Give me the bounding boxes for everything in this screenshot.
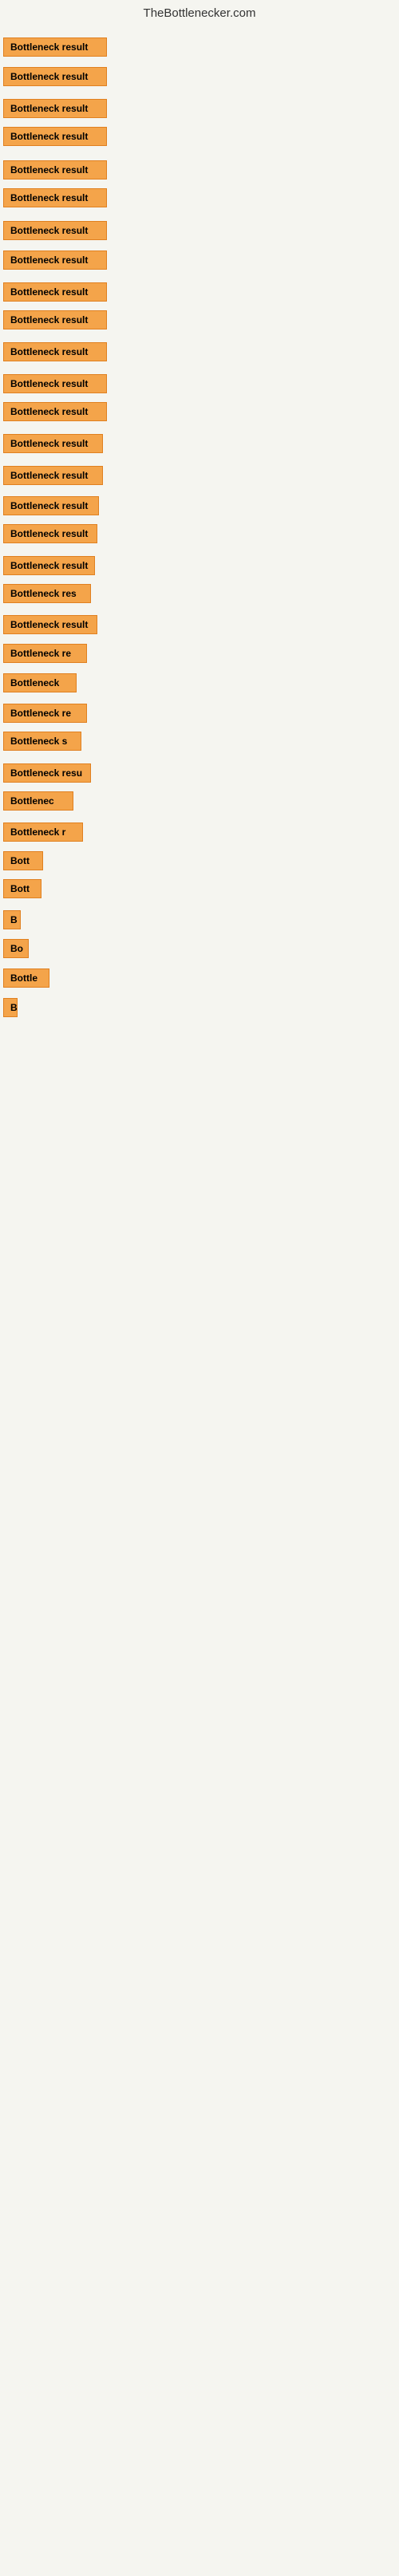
bottleneck-badge: Bottlenec [3,791,73,811]
bottleneck-badge: Bottleneck result [3,37,107,57]
bottleneck-badge: Bottleneck result [3,282,107,302]
bottleneck-badge: Bottleneck result [3,99,107,118]
bottleneck-result-item[interactable]: Bottleneck re [3,644,87,667]
bottleneck-result-item[interactable]: Bo [3,939,29,962]
bottleneck-badge: B [3,910,21,929]
bottleneck-badge: Bottleneck r [3,823,83,842]
bottleneck-result-item[interactable]: Bottleneck result [3,434,103,457]
bottleneck-badge: Bottleneck result [3,160,107,179]
bottleneck-badge: Bottleneck s [3,732,81,751]
bottleneck-result-item[interactable]: Bottleneck result [3,524,97,547]
bottleneck-badge: Bottleneck result [3,434,103,453]
bottleneck-result-item[interactable]: Bottleneck result [3,374,107,397]
bottleneck-badge: Bottleneck re [3,644,87,663]
bottleneck-badge: Bott [3,879,41,898]
bottleneck-badge: Bottleneck result [3,188,107,207]
bottleneck-badge: Bottleneck res [3,584,91,603]
bottleneck-badge: Bottleneck result [3,524,97,543]
bottleneck-badge: Bottleneck result [3,342,107,361]
bottleneck-result-item[interactable]: Bottleneck result [3,67,107,90]
bottleneck-badge: Bottleneck result [3,310,107,329]
bottleneck-result-item[interactable]: Bottleneck res [3,584,91,607]
bottleneck-badge: Bottleneck [3,673,77,692]
site-title: TheBottlenecker.com [0,0,399,23]
bottleneck-badge: Bottleneck result [3,556,95,575]
bottleneck-result-item[interactable]: B [3,998,18,1021]
bottleneck-badge: Bottleneck resu [3,763,91,783]
bottleneck-result-item[interactable]: Bottlenec [3,791,73,815]
bottleneck-result-item[interactable]: Bottleneck result [3,250,107,274]
bottleneck-badge: Bottle [3,968,49,988]
bottleneck-badge: Bottleneck result [3,615,97,634]
bottleneck-result-item[interactable]: Bottleneck [3,673,77,696]
bottleneck-result-item[interactable]: Bottleneck s [3,732,81,755]
bottleneck-result-item[interactable]: Bottleneck re [3,704,87,727]
bottleneck-result-item[interactable]: Bottle [3,968,49,992]
bottleneck-badge: Bottleneck result [3,466,103,485]
bottleneck-badge: B [3,998,18,1017]
bottleneck-badge: Bottleneck result [3,221,107,240]
bottleneck-badge: Bottleneck result [3,402,107,421]
bottleneck-result-item[interactable]: Bottleneck resu [3,763,91,787]
bottleneck-result-item[interactable]: Bottleneck result [3,127,107,150]
bottleneck-result-item[interactable]: Bottleneck result [3,282,107,306]
bottleneck-result-item[interactable]: B [3,910,21,933]
bottleneck-result-item[interactable]: Bottleneck result [3,556,95,579]
bottleneck-badge: Bottleneck result [3,250,107,270]
bottleneck-result-item[interactable]: Bottleneck result [3,188,107,211]
bottleneck-badge: Bott [3,851,43,870]
bottleneck-result-item[interactable]: Bottleneck result [3,615,97,638]
bottleneck-badge: Bottleneck result [3,67,107,86]
bottleneck-badge: Bottleneck result [3,496,99,515]
bottleneck-result-item[interactable]: Bott [3,851,43,874]
bottleneck-badge: Bo [3,939,29,958]
bottleneck-badge: Bottleneck result [3,374,107,393]
bottleneck-result-item[interactable]: Bottleneck result [3,342,107,365]
bottleneck-result-item[interactable]: Bottleneck result [3,37,107,61]
bottleneck-result-item[interactable]: Bottleneck result [3,466,103,489]
bottleneck-result-item[interactable]: Bottleneck result [3,310,107,333]
bottleneck-result-item[interactable]: Bottleneck result [3,221,107,244]
bottleneck-result-item[interactable]: Bottleneck result [3,402,107,425]
bottleneck-result-item[interactable]: Bottleneck result [3,160,107,183]
bottleneck-result-item[interactable]: Bottleneck result [3,99,107,122]
bottleneck-badge: Bottleneck result [3,127,107,146]
bottleneck-badge: Bottleneck re [3,704,87,723]
bottleneck-result-item[interactable]: Bott [3,879,41,902]
bottleneck-result-item[interactable]: Bottleneck r [3,823,83,846]
bottleneck-result-item[interactable]: Bottleneck result [3,496,99,519]
